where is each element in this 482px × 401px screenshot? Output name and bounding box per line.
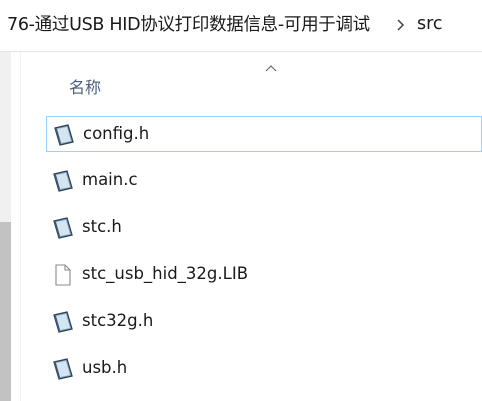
c-source-file-icon	[53, 311, 73, 333]
file-row-config-h[interactable]: config.h	[46, 116, 482, 152]
c-source-file-icon	[53, 217, 73, 239]
c-source-file-icon	[53, 358, 73, 380]
scrollbar-thumb[interactable]	[0, 222, 11, 401]
file-name: stc32g.h	[82, 311, 154, 330]
pane-divider[interactable]	[20, 52, 21, 401]
column-header-name[interactable]: 名称	[69, 74, 101, 98]
blank-file-icon	[55, 264, 71, 286]
file-row-stc-h[interactable]: stc.h	[46, 210, 482, 246]
file-name: main.c	[82, 170, 138, 189]
file-name: stc_usb_hid_32g.LIB	[82, 264, 249, 283]
file-row-stc-usb-hid-32g-lib[interactable]: stc_usb_hid_32g.LIB	[46, 257, 482, 293]
chevron-up-icon[interactable]	[264, 63, 278, 73]
navigation-pane-scrollbar[interactable]	[0, 52, 11, 401]
file-name: config.h	[83, 124, 150, 143]
chevron-right-icon[interactable]	[395, 17, 407, 33]
breadcrumb-folder[interactable]: 76-通过USB HID协议打印数据信息-可用于调试	[7, 11, 370, 36]
c-source-file-icon	[54, 124, 74, 146]
file-row-stc32g-h[interactable]: stc32g.h	[46, 304, 482, 340]
file-name: stc.h	[82, 217, 122, 236]
file-row-main-c[interactable]: main.c	[46, 163, 482, 199]
file-row-usb-h[interactable]: usb.h	[46, 351, 482, 387]
file-name: usb.h	[82, 358, 128, 377]
c-source-file-icon	[53, 170, 73, 192]
breadcrumb-current[interactable]: src	[417, 14, 443, 34]
address-breadcrumb: 76-通过USB HID协议打印数据信息-可用于调试 src	[0, 0, 482, 52]
